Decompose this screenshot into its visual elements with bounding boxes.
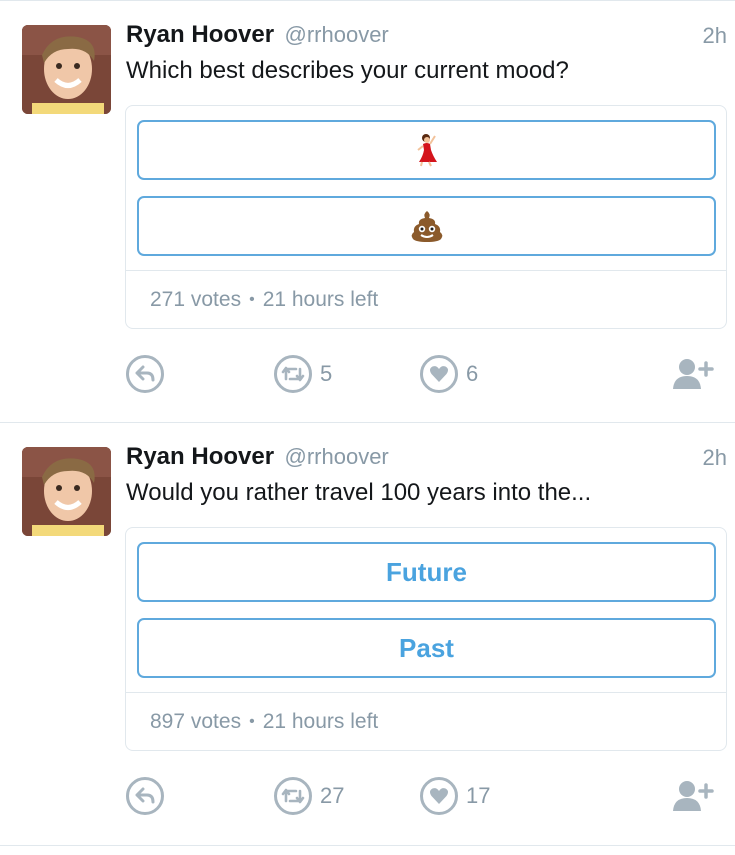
avatar[interactable] — [22, 447, 111, 536]
retweet-icon — [281, 788, 305, 804]
poll: 271 votes • 21 hours left — [125, 105, 727, 329]
avatar-image — [22, 447, 111, 536]
tweet-text: Would you rather travel 100 years into t… — [126, 479, 592, 506]
tweet-2[interactable]: Ryan Hoover @rrhoover 2h Would you rathe… — [0, 422, 735, 846]
tweet-header: Ryan Hoover @rrhoover 2h — [126, 443, 727, 475]
reply-button[interactable] — [126, 351, 164, 397]
separator-dot: • — [249, 291, 255, 308]
dancing-woman-emoji-icon — [416, 134, 437, 167]
tweet-header: Ryan Hoover @rrhoover 2h — [126, 21, 727, 53]
poll: Future Past 897 votes • 21 hours left — [125, 527, 727, 751]
like-button[interactable]: 17 — [420, 773, 490, 819]
retweet-count: 5 — [320, 361, 333, 386]
like-count: 6 — [466, 361, 479, 386]
avatar-image — [22, 25, 111, 114]
pile-of-poo-emoji-icon — [411, 211, 442, 242]
heart-icon — [429, 366, 449, 382]
poll-time-left: 21 hours left — [262, 710, 379, 733]
add-user-icon — [673, 781, 714, 811]
tweet-text: Which best describes your current mood? — [126, 57, 569, 84]
author-handle[interactable]: @rrhoover — [285, 22, 389, 47]
tweet-1[interactable]: Ryan Hoover @rrhoover 2h Which best desc… — [0, 0, 735, 422]
poll-votes: 897 votes — [150, 710, 242, 733]
like-count: 17 — [466, 783, 491, 808]
tweet-actions: 5 6 — [126, 351, 726, 399]
reply-icon — [135, 787, 155, 804]
reply-button[interactable] — [126, 773, 164, 819]
heart-icon — [429, 788, 449, 804]
add-user-icon — [673, 359, 714, 389]
reply-icon — [135, 365, 155, 382]
poll-option-2[interactable] — [137, 196, 716, 256]
author-name[interactable]: Ryan Hoover — [126, 21, 274, 48]
author-handle[interactable]: @rrhoover — [285, 444, 389, 469]
retweet-button[interactable]: 5 — [274, 351, 332, 397]
tweet-time[interactable]: 2h — [703, 23, 727, 49]
separator-dot: • — [249, 713, 255, 730]
poll-option-future[interactable]: Future — [137, 542, 716, 602]
follow-button[interactable] — [672, 773, 714, 819]
poll-option-past[interactable]: Past — [137, 618, 716, 678]
retweet-count: 27 — [320, 783, 345, 808]
like-button[interactable]: 6 — [420, 351, 478, 397]
poll-option-1[interactable] — [137, 120, 716, 180]
poll-time-left: 21 hours left — [262, 288, 379, 311]
author-name[interactable]: Ryan Hoover — [126, 443, 274, 470]
poll-footer: 271 votes • 21 hours left — [126, 270, 726, 329]
follow-button[interactable] — [672, 351, 714, 397]
poll-votes: 271 votes — [150, 288, 242, 311]
avatar[interactable] — [22, 25, 111, 114]
tweet-actions: 27 17 — [126, 773, 726, 821]
tweet-time[interactable]: 2h — [703, 445, 727, 471]
retweet-icon — [281, 366, 305, 382]
retweet-button[interactable]: 27 — [274, 773, 344, 819]
poll-footer: 897 votes • 21 hours left — [126, 692, 726, 751]
